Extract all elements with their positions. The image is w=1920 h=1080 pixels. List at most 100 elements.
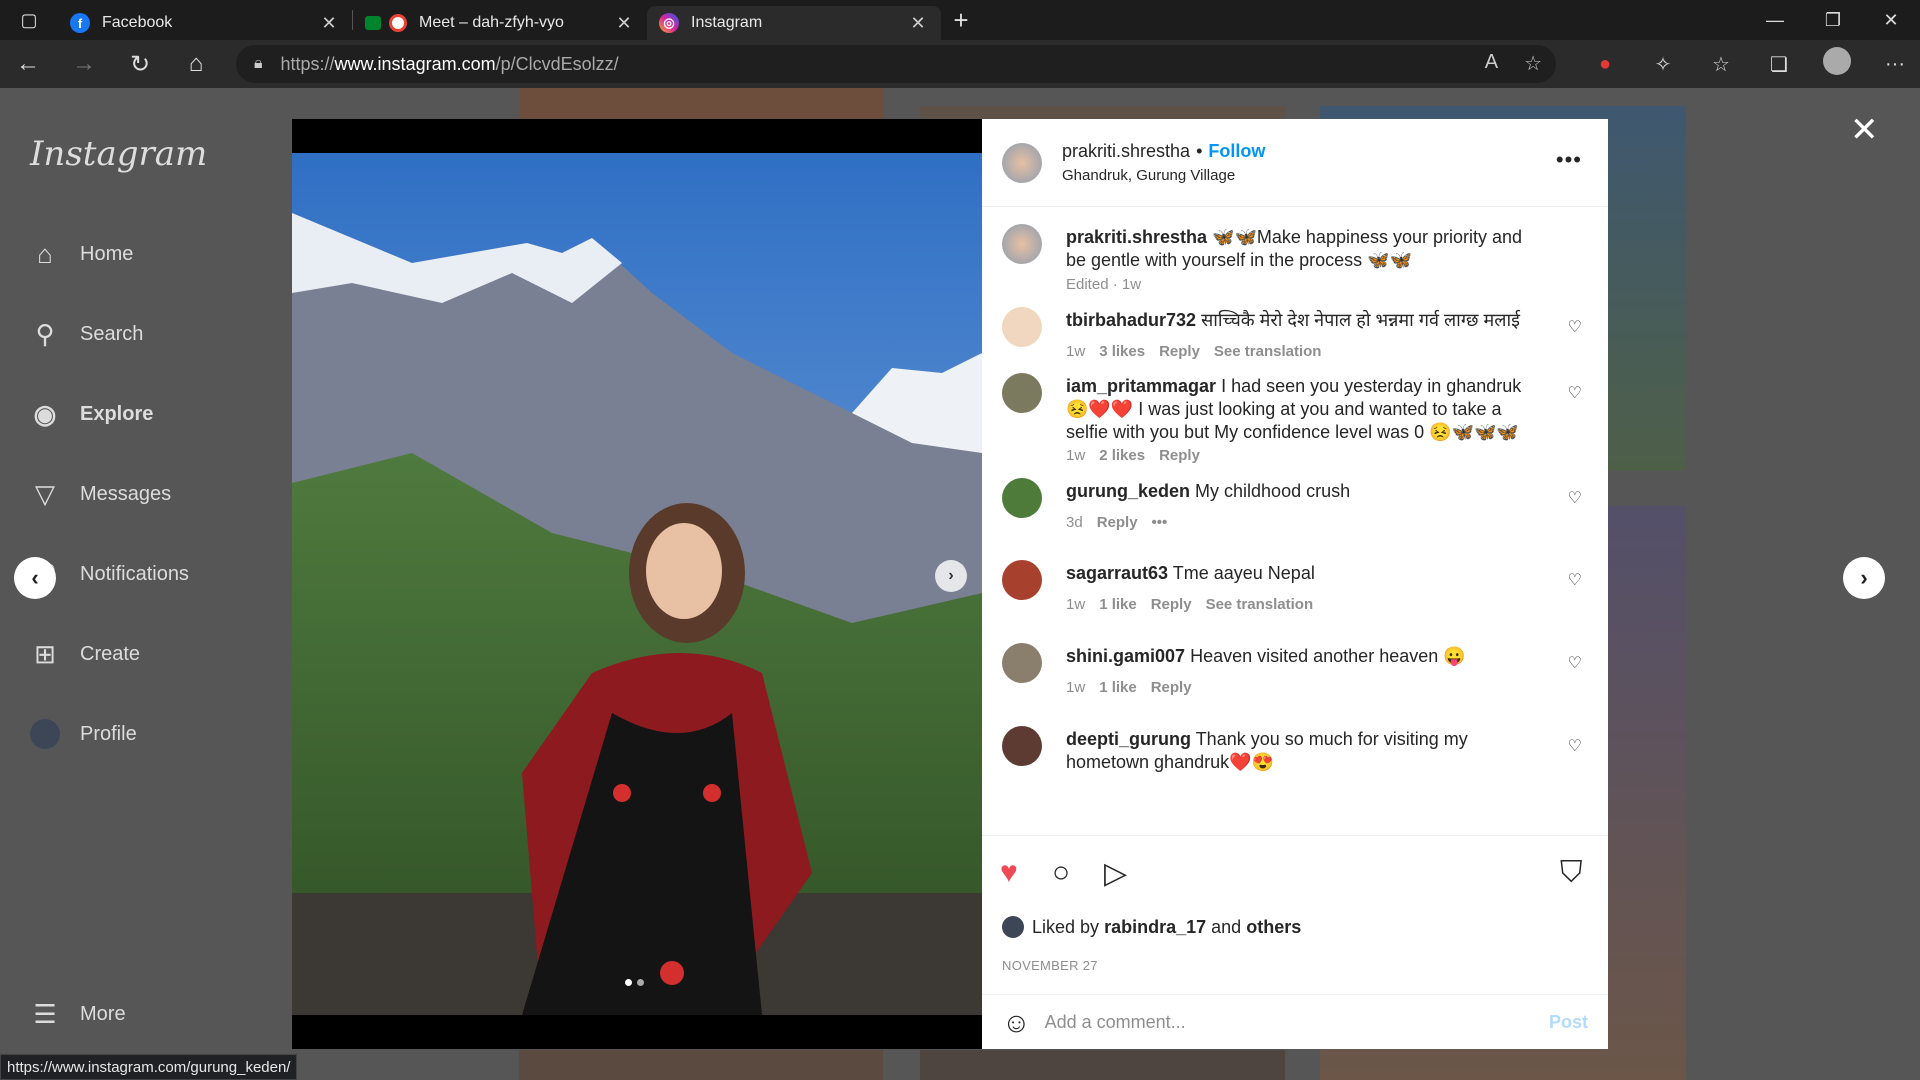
- sidebar-item-search[interactable]: ⚲ Search: [30, 319, 143, 349]
- save-bookmark-icon[interactable]: ⛉: [1560, 856, 1583, 890]
- comments-list[interactable]: prakriti.shrestha 🦋🦋Make happiness your …: [982, 208, 1608, 835]
- post-photo[interactable]: [292, 153, 982, 1015]
- reply-button[interactable]: Reply: [1159, 343, 1200, 360]
- comment-body: My childhood crush: [1195, 481, 1351, 501]
- close-tab-icon[interactable]: ✕: [613, 13, 635, 34]
- liked-by-others[interactable]: others: [1246, 917, 1301, 938]
- sidebar-item-more[interactable]: ☰ More: [30, 999, 125, 1029]
- collections-icon[interactable]: ❏: [1750, 52, 1808, 77]
- explore-icon: ◉: [33, 398, 57, 429]
- comment-like-heart-icon[interactable]: ♡: [1568, 736, 1582, 756]
- sidebar-item-home[interactable]: ⌂ Home: [30, 239, 133, 269]
- follow-button[interactable]: Follow: [1208, 141, 1265, 161]
- reply-button[interactable]: Reply: [1097, 514, 1138, 531]
- messages-icon: ▽: [35, 478, 55, 509]
- new-tab-button[interactable]: +: [941, 5, 981, 36]
- post-panel: prakriti.shrestha • Follow Ghandruk, Gurun…: [982, 119, 1608, 1049]
- more-options-icon[interactable]: •••: [1556, 147, 1582, 173]
- lock-icon[interactable]: 🔒︎: [254, 55, 263, 73]
- read-aloud-icon[interactable]: A: [1485, 51, 1498, 76]
- commenter-avatar[interactable]: [1002, 643, 1042, 683]
- author-avatar[interactable]: [1002, 224, 1042, 264]
- comment-text: deepti_gurung Thank you so much for visi…: [1066, 728, 1546, 774]
- tab-instagram[interactable]: ◎ Instagram ✕: [647, 6, 941, 40]
- refresh-icon[interactable]: ↻: [112, 50, 168, 79]
- tab-actions-icon[interactable]: ▢: [0, 0, 58, 40]
- caption-username[interactable]: prakriti.shrestha: [1066, 227, 1207, 247]
- emoji-icon[interactable]: ☺: [1002, 1007, 1031, 1039]
- extension-badge-icon[interactable]: ●: [1576, 53, 1634, 76]
- comment-username[interactable]: gurung_keden: [1066, 481, 1190, 501]
- reply-button[interactable]: Reply: [1151, 679, 1192, 696]
- comment-like-heart-icon[interactable]: ♡: [1568, 317, 1582, 337]
- see-translation-button[interactable]: See translation: [1214, 343, 1322, 360]
- tab-strip: ▢ f Facebook ✕ Meet – dah-zfyh-vyo ✕ ◎ I…: [0, 0, 1920, 40]
- comment-body: साच्चिकै मेरो देश नेपाल हो भन्नमा गर्व ल…: [1201, 310, 1520, 330]
- post-location[interactable]: Ghandruk, Gurung Village: [1062, 167, 1235, 184]
- post-actions: ♥ ○ ▷ ⛉ Liked by rabindra_17 and others …: [982, 835, 1608, 1049]
- tab-facebook[interactable]: f Facebook ✕: [58, 6, 352, 40]
- tab-meet[interactable]: Meet – dah-zfyh-vyo ✕: [353, 6, 647, 40]
- post-comment-button[interactable]: Post: [1549, 1012, 1588, 1033]
- close-tab-icon[interactable]: ✕: [318, 13, 340, 34]
- minimize-icon[interactable]: —: [1746, 10, 1804, 31]
- comment-like-heart-icon[interactable]: ♡: [1568, 488, 1582, 508]
- profile-avatar-icon[interactable]: [1808, 47, 1866, 81]
- see-translation-button[interactable]: See translation: [1206, 596, 1314, 613]
- comment-icon[interactable]: ○: [1052, 856, 1070, 890]
- previous-post-button[interactable]: ‹: [14, 557, 56, 599]
- commenter-avatar[interactable]: [1002, 560, 1042, 600]
- favorites-icon[interactable]: ☆: [1692, 52, 1750, 77]
- comment-username[interactable]: deepti_gurung: [1066, 729, 1191, 749]
- sidebar-item-explore[interactable]: ◉ Explore: [30, 398, 154, 429]
- comment-like-heart-icon[interactable]: ♡: [1568, 570, 1582, 590]
- author-avatar[interactable]: [1002, 143, 1042, 183]
- comment-input[interactable]: Add a comment...: [1045, 1012, 1186, 1033]
- liked-by-user[interactable]: rabindra_17: [1104, 917, 1206, 938]
- sidebar-item-profile[interactable]: Profile: [30, 719, 137, 749]
- comment-options-icon[interactable]: •••: [1152, 514, 1168, 531]
- commenter-avatar[interactable]: [1002, 726, 1042, 766]
- sidebar-item-messages[interactable]: ▽ Messages: [30, 479, 171, 509]
- home-browser-icon[interactable]: ⌂: [168, 50, 224, 78]
- next-post-button[interactable]: ›: [1843, 557, 1885, 599]
- next-image-button[interactable]: ›: [935, 560, 967, 592]
- close-tab-icon[interactable]: ✕: [907, 13, 929, 34]
- comment-likes[interactable]: 1 like: [1099, 596, 1137, 613]
- reply-button[interactable]: Reply: [1151, 596, 1192, 613]
- author-line: prakriti.shrestha • Follow: [1062, 141, 1265, 162]
- comment-username[interactable]: iam_pritammagar: [1066, 376, 1216, 396]
- comment-username[interactable]: shini.gami007: [1066, 646, 1185, 666]
- commenter-avatar[interactable]: [1002, 478, 1042, 518]
- comment-time: 1w: [1066, 447, 1086, 464]
- instagram-logo[interactable]: Instagram: [30, 134, 207, 174]
- favorite-star-icon[interactable]: ☆: [1524, 51, 1542, 76]
- share-icon[interactable]: ▷: [1104, 856, 1127, 891]
- commenter-avatar[interactable]: [1002, 373, 1042, 413]
- forward-icon[interactable]: →: [56, 50, 112, 78]
- extensions-icon[interactable]: ✧: [1634, 52, 1692, 77]
- like-heart-icon[interactable]: ♥: [1000, 856, 1018, 890]
- author-username[interactable]: prakriti.shrestha: [1062, 141, 1190, 161]
- liker-avatar[interactable]: [1002, 916, 1024, 938]
- comment-text: sagarraut63 Tme aayeu Nepal: [1066, 562, 1546, 585]
- comment-likes[interactable]: 3 likes: [1099, 343, 1145, 360]
- sidebar-item-create[interactable]: ⊞ Create: [30, 639, 140, 669]
- post-date[interactable]: NOVEMBER 27: [1002, 958, 1098, 973]
- close-window-icon[interactable]: ✕: [1862, 10, 1920, 31]
- settings-more-icon[interactable]: ···: [1866, 53, 1920, 76]
- post-header: prakriti.shrestha • Follow Ghandruk, Gurun…: [982, 119, 1608, 207]
- commenter-avatar[interactable]: [1002, 307, 1042, 347]
- address-bar[interactable]: 🔒︎ https://www.instagram.com/p/ClcvdEsol…: [236, 45, 1556, 83]
- comment-username[interactable]: sagarraut63: [1066, 563, 1168, 583]
- comment-likes[interactable]: 2 likes: [1099, 447, 1145, 464]
- restore-icon[interactable]: ❐: [1804, 10, 1862, 31]
- url-text: https://www.instagram.com/p/ClcvdEsolzz/: [280, 53, 619, 74]
- back-icon[interactable]: ←: [0, 50, 56, 78]
- close-modal-icon[interactable]: ✕: [1850, 110, 1879, 150]
- reply-button[interactable]: Reply: [1159, 447, 1200, 464]
- comment-username[interactable]: tbirbahadur732: [1066, 310, 1196, 330]
- comment-likes[interactable]: 1 like: [1099, 679, 1137, 696]
- comment-like-heart-icon[interactable]: ♡: [1568, 383, 1582, 403]
- comment-like-heart-icon[interactable]: ♡: [1568, 653, 1582, 673]
